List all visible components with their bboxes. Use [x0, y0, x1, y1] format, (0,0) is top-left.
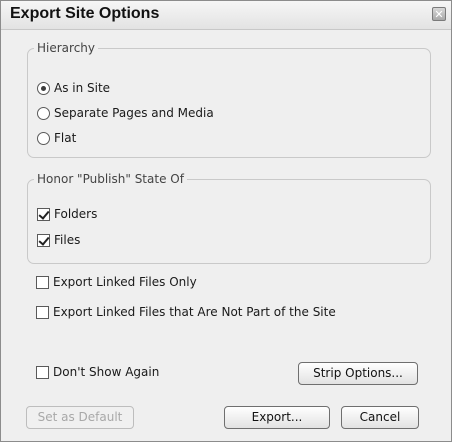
radio-flat[interactable]: Flat — [37, 129, 76, 147]
checkbox-folders[interactable]: Folders — [37, 205, 97, 223]
checkbox-files[interactable]: Files — [37, 231, 80, 249]
radio-label-flat: Flat — [54, 131, 77, 145]
checkbox-checked[interactable] — [37, 207, 50, 221]
radio-button-selected[interactable] — [37, 81, 50, 95]
radio-as-in-site[interactable]: As in Site — [37, 79, 110, 97]
hierarchy-group: Hierarchy — [27, 41, 431, 158]
radio-button[interactable] — [37, 131, 50, 145]
radio-label-separate-pages: Separate Pages and Media — [54, 106, 214, 120]
checkbox-label-export-linked-only: Export Linked Files Only — [53, 275, 197, 289]
hierarchy-label: Hierarchy — [37, 41, 96, 55]
checkbox-unchecked[interactable] — [36, 275, 49, 289]
publish-state-label: Honor "Publish" State Of — [37, 172, 184, 186]
checkbox-label-dont-show-again: Don't Show Again — [53, 365, 160, 379]
dialog-title: Export Site Options — [10, 5, 160, 22]
cancel-button[interactable]: Cancel — [341, 406, 419, 429]
checkbox-label-export-not-in-site: Export Linked Files that Are Not Part of… — [53, 305, 336, 319]
checkbox-label-folders: Folders — [54, 207, 98, 221]
checkbox-export-linked-files-only[interactable]: Export Linked Files Only — [36, 273, 197, 291]
export-button[interactable]: Export... — [224, 406, 330, 429]
checkbox-label-files: Files — [54, 233, 81, 247]
radio-label-as-in-site: As in Site — [54, 81, 111, 95]
checkbox-unchecked[interactable] — [36, 365, 49, 379]
export-site-options-dialog: Export Site Options ✕ Hierarchy As in Si… — [0, 0, 452, 442]
checkbox-dont-show-again[interactable]: Don't Show Again — [36, 363, 159, 381]
close-icon[interactable]: ✕ — [432, 7, 446, 21]
checkbox-export-linked-files-not-in-site[interactable]: Export Linked Files that Are Not Part of… — [36, 303, 336, 321]
set-as-default-button: Set as Default — [26, 406, 134, 429]
radio-button[interactable] — [37, 106, 50, 120]
checkbox-checked[interactable] — [37, 233, 50, 247]
radio-separate-pages-and-media[interactable]: Separate Pages and Media — [37, 104, 214, 122]
checkbox-unchecked[interactable] — [36, 305, 49, 319]
strip-options-button[interactable]: Strip Options... — [298, 362, 418, 385]
title-bar: Export Site Options ✕ — [1, 1, 451, 30]
